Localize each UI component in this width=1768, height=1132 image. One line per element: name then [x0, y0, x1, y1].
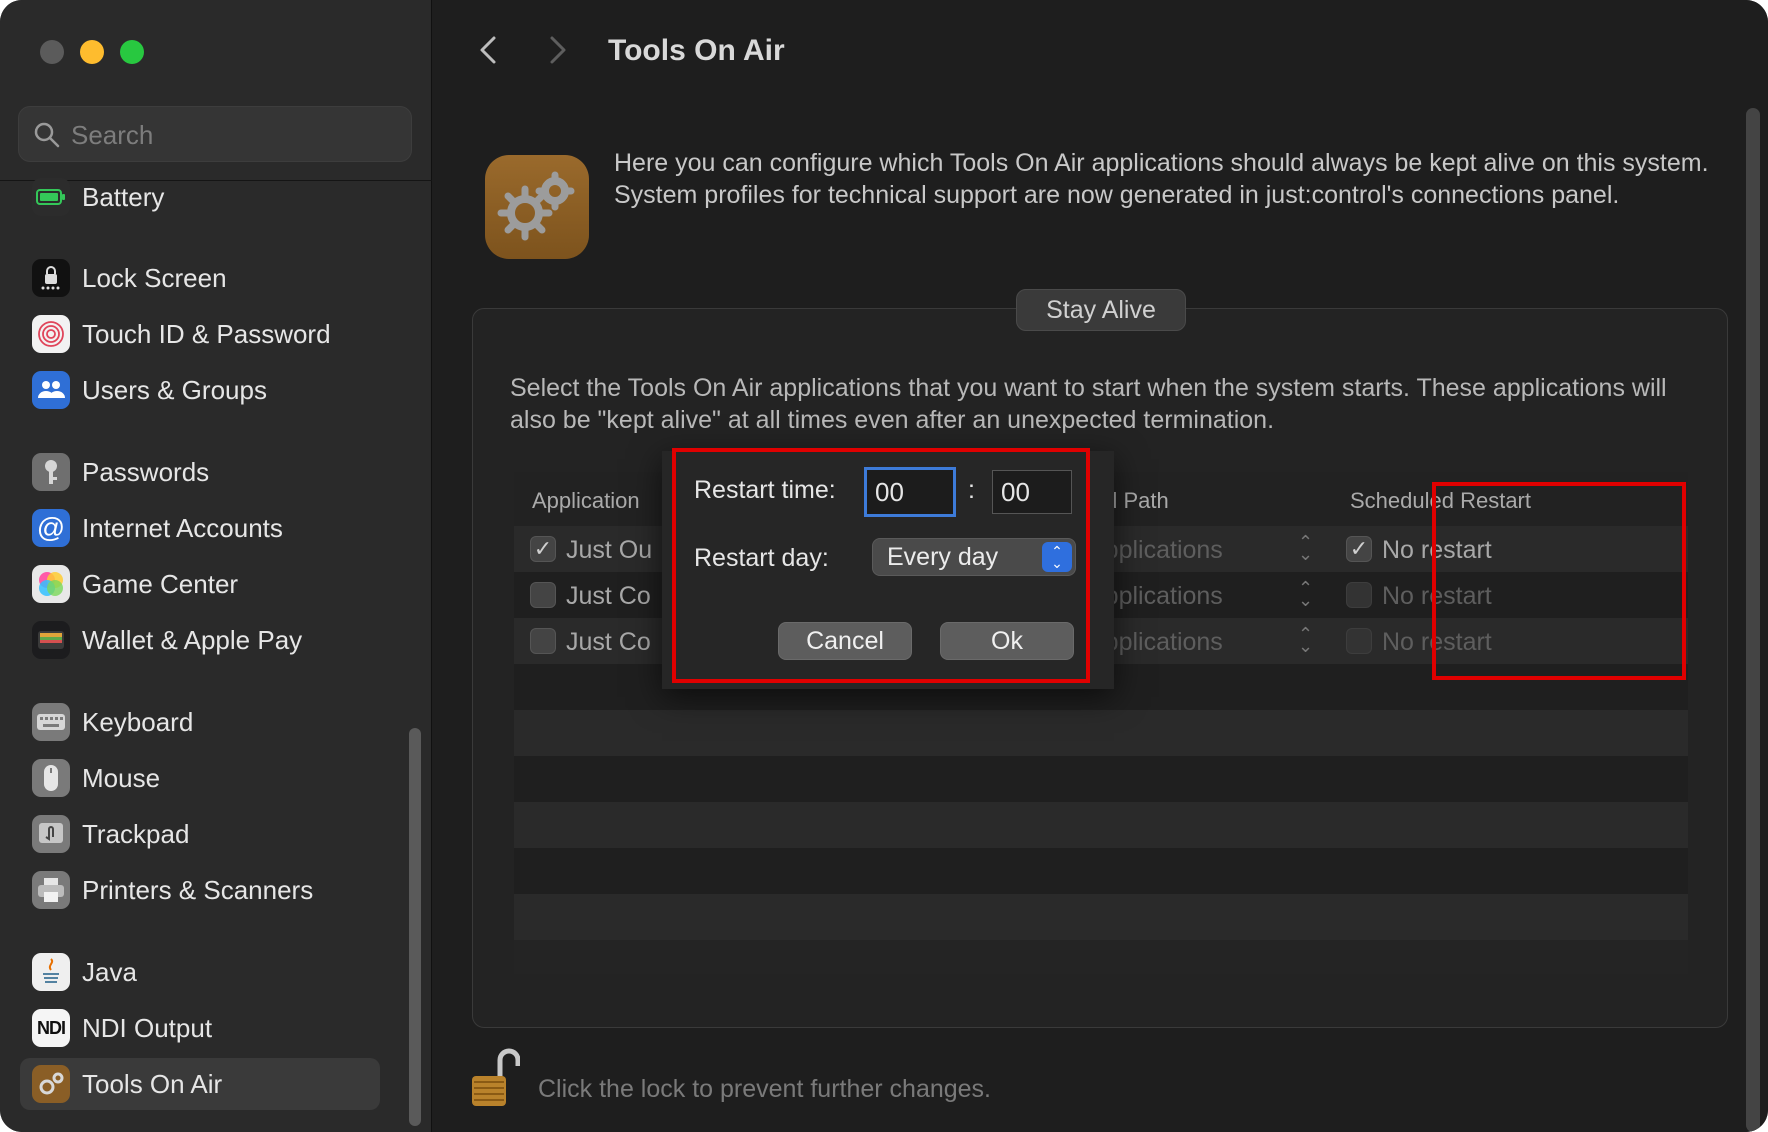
sidebar-item-wallet[interactable]: Wallet & Apple Pay — [20, 614, 380, 666]
popup-chevrons-icon: ⌃ ⌄ — [1042, 542, 1072, 572]
keyboard-icon — [32, 703, 70, 741]
sidebar-item-label: Printers & Scanners — [82, 875, 314, 905]
app-name: Just Co — [566, 582, 651, 610]
users-icon — [32, 371, 70, 409]
sidebar-item-label: Game Center — [82, 569, 239, 599]
sidebar-item-label: Mouse — [82, 763, 161, 793]
game-center-icon — [32, 565, 70, 603]
sidebar-item-label: Passwords — [82, 457, 210, 487]
sidebar-item-label: Lock Screen — [82, 263, 227, 293]
column-application[interactable]: Application — [532, 488, 640, 514]
mouse-icon — [32, 759, 70, 797]
sidebar-item-keyboard[interactable]: Keyboard — [20, 696, 380, 748]
wallet-icon — [32, 621, 70, 659]
forward-chevron-icon[interactable] — [542, 30, 572, 70]
restart-time-label: Restart time: — [694, 476, 836, 504]
restart-hours-input[interactable] — [864, 467, 956, 517]
lock-screen-icon — [32, 259, 70, 297]
sidebar-item-label: Internet Accounts — [82, 513, 283, 543]
sidebar-item-battery[interactable]: Battery — [20, 171, 380, 223]
gears-icon — [32, 1065, 70, 1103]
key-icon — [32, 453, 70, 491]
updown-chevron-icon[interactable]: ⌃ ⌄ — [1298, 579, 1313, 609]
restart-checkbox[interactable]: ✓ — [1346, 536, 1372, 562]
updown-chevron-icon[interactable]: ⌃ ⌄ — [1298, 533, 1313, 563]
sidebar-item-internet-accounts[interactable]: @ Internet Accounts — [20, 502, 380, 554]
sidebar-scrollbar[interactable] — [409, 728, 421, 1126]
empty-row — [514, 894, 1688, 940]
sidebar-list: Battery Lock Screen Touch ID & Password … — [0, 0, 432, 1132]
sidebar-item-trackpad[interactable]: Trackpad — [20, 808, 380, 860]
enable-checkbox[interactable] — [530, 628, 556, 654]
sidebar-item-tools-on-air[interactable]: Tools On Air — [20, 1058, 380, 1110]
printer-icon — [32, 871, 70, 909]
updown-chevron-icon[interactable]: ⌃ ⌄ — [1298, 625, 1313, 655]
sidebar-item-label: Keyboard — [82, 707, 194, 737]
trackpad-icon — [32, 815, 70, 853]
sidebar-item-java[interactable]: Java — [20, 946, 380, 998]
tools-on-air-logo-icon — [485, 155, 589, 259]
sidebar-item-touch-id[interactable]: Touch ID & Password — [20, 308, 380, 360]
enable-checkbox[interactable]: ✓ — [530, 536, 556, 562]
restart-day-popup[interactable]: Every day ⌃ ⌄ — [872, 538, 1076, 576]
empty-row — [514, 756, 1688, 802]
restart-checkbox[interactable] — [1346, 582, 1372, 608]
restart-day-value: Every day — [887, 543, 999, 571]
sidebar-item-game-center[interactable]: Game Center — [20, 558, 380, 610]
stay-alive-tab[interactable]: Stay Alive — [1016, 289, 1186, 331]
sidebar: Battery Lock Screen Touch ID & Password … — [0, 0, 432, 1132]
sidebar-item-label: Users & Groups — [82, 375, 267, 405]
restart-dialog: Restart time: : Restart day: Every day ⌃… — [672, 448, 1090, 683]
sidebar-item-label: Trackpad — [82, 819, 190, 849]
java-icon — [32, 953, 70, 991]
restart-checkbox[interactable] — [1346, 628, 1372, 654]
lock-hint-text: Click the lock to prevent further change… — [538, 1075, 992, 1103]
time-separator: : — [968, 476, 975, 504]
sidebar-item-label: Wallet & Apple Pay — [82, 625, 303, 655]
page-title: Tools On Air — [608, 34, 785, 67]
enable-checkbox[interactable] — [530, 582, 556, 608]
app-name: Just Ou — [566, 536, 653, 564]
restart-day-label: Restart day: — [694, 544, 829, 572]
sidebar-item-users[interactable]: Users & Groups — [20, 364, 380, 416]
empty-row — [514, 802, 1688, 848]
cancel-button[interactable]: Cancel — [778, 622, 912, 660]
main-scrollbar[interactable] — [1746, 108, 1760, 1132]
scheduled-restart-highlight — [1432, 482, 1686, 680]
sidebar-item-mouse[interactable]: Mouse — [20, 752, 380, 804]
restart-minutes-input[interactable] — [992, 470, 1072, 514]
sidebar-item-ndi-output[interactable]: NDI NDI Output — [20, 1002, 380, 1054]
sidebar-item-lock-screen[interactable]: Lock Screen — [20, 252, 380, 304]
sidebar-item-label: NDI Output — [82, 1013, 213, 1043]
sidebar-item-label: Touch ID & Password — [82, 319, 331, 349]
back-chevron-icon[interactable] — [474, 30, 504, 70]
sidebar-item-passwords[interactable]: Passwords — [20, 446, 380, 498]
intro-text: Here you can configure which Tools On Ai… — [614, 149, 1709, 209]
app-name: Just Co — [566, 628, 651, 656]
sidebar-item-label: Battery — [82, 182, 165, 212]
at-icon: @ — [32, 509, 70, 547]
empty-row — [514, 848, 1688, 894]
sidebar-item-printers[interactable]: Printers & Scanners — [20, 864, 380, 916]
group-description: Select the Tools On Air applications tha… — [510, 374, 1667, 434]
battery-icon — [32, 178, 70, 216]
empty-row — [514, 710, 1688, 756]
fingerprint-icon — [32, 315, 70, 353]
sidebar-item-label: Tools On Air — [82, 1069, 223, 1099]
ndi-icon: NDI — [32, 1009, 70, 1047]
ok-button[interactable]: Ok — [940, 622, 1074, 660]
settings-window: Battery Lock Screen Touch ID & Password … — [0, 0, 1768, 1132]
unlocked-padlock-icon[interactable] — [470, 1046, 520, 1110]
sidebar-item-label: Java — [82, 957, 137, 987]
